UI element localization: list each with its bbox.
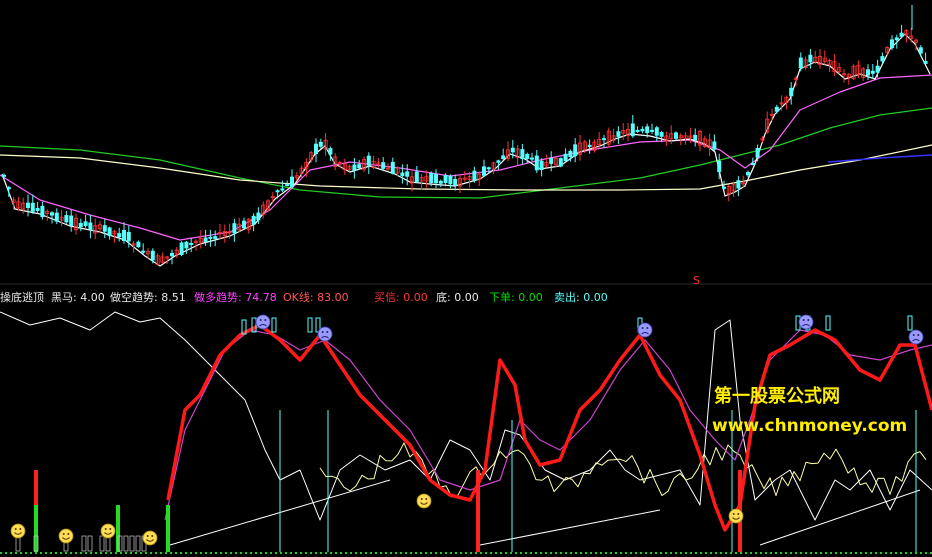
bottom-comb-box (123, 535, 129, 552)
frown-face-icon (317, 326, 333, 342)
frown-eye (912, 334, 915, 336)
smiley-eye (67, 533, 70, 535)
top-signal-marker (825, 315, 831, 331)
frown-eye (326, 331, 329, 333)
smiley-eye (19, 528, 22, 530)
frown-eye (646, 327, 649, 329)
smiley-face-icon (416, 493, 432, 509)
watermark-title: 第一股票公式网 (714, 386, 840, 407)
frown-eye (264, 319, 267, 321)
value-buy-signal: 买信: 0.00 (374, 291, 428, 304)
smiley-eye (109, 528, 112, 530)
smiley-eye (14, 528, 17, 530)
signal-bar (476, 470, 480, 552)
smiley-eye (425, 498, 428, 500)
value-short-trend: 做空趋势: 8.51 (110, 291, 186, 304)
frown-eye (917, 334, 920, 336)
smiley-face-icon (100, 523, 116, 539)
indicator-panel (0, 311, 932, 554)
rising-line-3 (759, 489, 921, 546)
frown-eye (321, 331, 324, 333)
smiley-face-icon (58, 528, 74, 544)
frown-eye (641, 327, 644, 329)
smiley-eye (151, 535, 154, 537)
bottom-comb-box (87, 535, 93, 552)
smiley-face-icon (728, 508, 744, 524)
bottom-comb-box (129, 535, 135, 552)
watermark-url: www.chnmoney.com (712, 416, 908, 436)
value-heima: 黑马: 4.00 (51, 291, 105, 304)
value-order: 下单: 0.00 (489, 291, 543, 304)
bottom-comb-box (99, 535, 105, 552)
value-ok-line: OK线: 83.00 (283, 291, 349, 304)
signal-bar (166, 505, 170, 552)
smiley-face-icon (142, 530, 158, 546)
smiley-eye (146, 535, 149, 537)
value-sell: 卖出: 0.00 (554, 291, 608, 304)
frown-eye (807, 319, 810, 321)
indicator-name: 操底逃顶 (0, 291, 44, 304)
smiley-eye (104, 528, 107, 530)
smiley-eye (62, 533, 65, 535)
smiley-face-icon (10, 523, 26, 539)
frown-face-icon (798, 314, 814, 330)
top-signal-marker (307, 317, 313, 333)
smiley-eye (737, 513, 740, 515)
frown-eye (259, 319, 262, 321)
frown-eye (802, 319, 805, 321)
smiley-eye (732, 513, 735, 515)
smiley-eye (420, 498, 423, 500)
frown-face-icon (637, 322, 653, 338)
rising-line-2 (479, 509, 661, 546)
top-signal-marker (907, 315, 913, 331)
value-bottom: 底: 0.00 (436, 291, 479, 304)
frown-face-icon (255, 314, 271, 330)
short-trend-line (319, 442, 927, 498)
stock-chart-window: 操底逃顶 黑马: 4.00 做空趋势: 8.51 做多趋势: 74.78 OK线… (0, 0, 932, 557)
bottom-comb-box (135, 535, 141, 552)
s-marker: S (693, 274, 700, 287)
frown-face-icon (908, 329, 924, 345)
bottom-comb-box (81, 535, 87, 552)
top-signal-marker (271, 317, 277, 333)
value-long-trend: 做多趋势: 74.78 (194, 291, 277, 304)
signal-bar (34, 505, 38, 552)
